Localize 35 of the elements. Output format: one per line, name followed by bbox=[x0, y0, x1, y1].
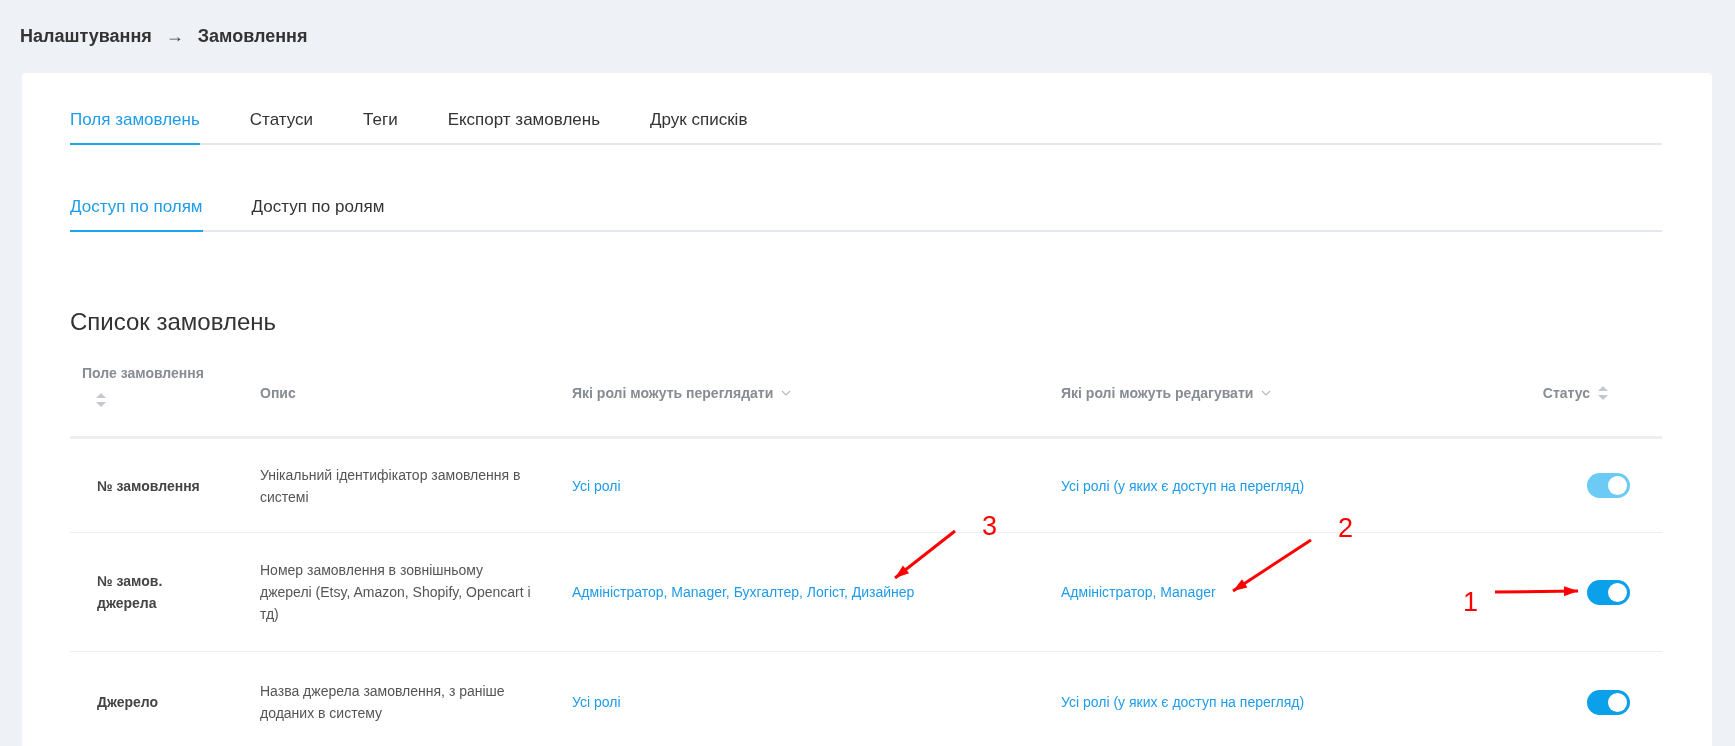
chevron-down-icon[interactable] bbox=[1261, 390, 1272, 396]
toggle-switch[interactable] bbox=[1587, 579, 1630, 605]
sort-icon[interactable] bbox=[96, 393, 106, 407]
annotation-number: 2 bbox=[1338, 515, 1354, 542]
tab[interactable]: Друк списків bbox=[650, 99, 748, 145]
section-title: Список замовлень bbox=[70, 308, 278, 336]
page-title: Замовлення bbox=[197, 26, 308, 47]
column-header: Опис bbox=[260, 385, 296, 401]
field-name: № замовлення bbox=[97, 476, 201, 496]
field-name: № замов. джерела bbox=[97, 572, 164, 613]
column-header: Статус bbox=[1542, 385, 1590, 401]
column-header: Які ролі можуть переглядати bbox=[572, 385, 774, 401]
field-description: Унікальний ідентифікатор замовлення в системі bbox=[260, 465, 522, 507]
field-name: Джерело bbox=[97, 693, 160, 712]
roles-link[interactable]: Адміністратор, Manager bbox=[1061, 584, 1216, 600]
breadcrumb-separator: → bbox=[165, 26, 184, 47]
tab[interactable]: Теги bbox=[363, 99, 398, 145]
tab[interactable]: Статуси bbox=[249, 99, 314, 145]
column-header: Які ролі можуть редагувати bbox=[1061, 385, 1254, 401]
roles-link[interactable]: Усі ролі (у яких є доступ на перегляд) bbox=[1061, 694, 1305, 710]
roles-link[interactable]: Усі ролі bbox=[572, 694, 621, 710]
tab[interactable]: Поля замовлень bbox=[70, 99, 200, 145]
toggle-switch[interactable] bbox=[1587, 689, 1630, 715]
annotation-number: 3 bbox=[982, 513, 998, 540]
field-description: Назва джерела замовлення, з раніше доданих в систему bbox=[260, 682, 506, 723]
tab[interactable]: Доступ по ролям bbox=[251, 186, 385, 232]
column-header: Поле замовлення bbox=[82, 365, 204, 381]
tab[interactable]: Експорт замовлень bbox=[447, 99, 601, 145]
sort-icon[interactable] bbox=[1598, 386, 1608, 400]
roles-link[interactable]: Адміністратор, Manager, Бухгалтер, Логіст, Дизайнер bbox=[572, 584, 915, 600]
field-description: Номер замовлення в зовнішньому джерелі (Etsy, Amazon, Shopify, Opencart і тд) bbox=[260, 561, 532, 624]
chevron-down-icon[interactable] bbox=[781, 390, 792, 396]
tab[interactable]: Доступ по полям bbox=[70, 186, 203, 232]
annotation-number: 1 bbox=[1463, 589, 1479, 616]
breadcrumb-link[interactable]: Налаштування bbox=[20, 26, 152, 47]
